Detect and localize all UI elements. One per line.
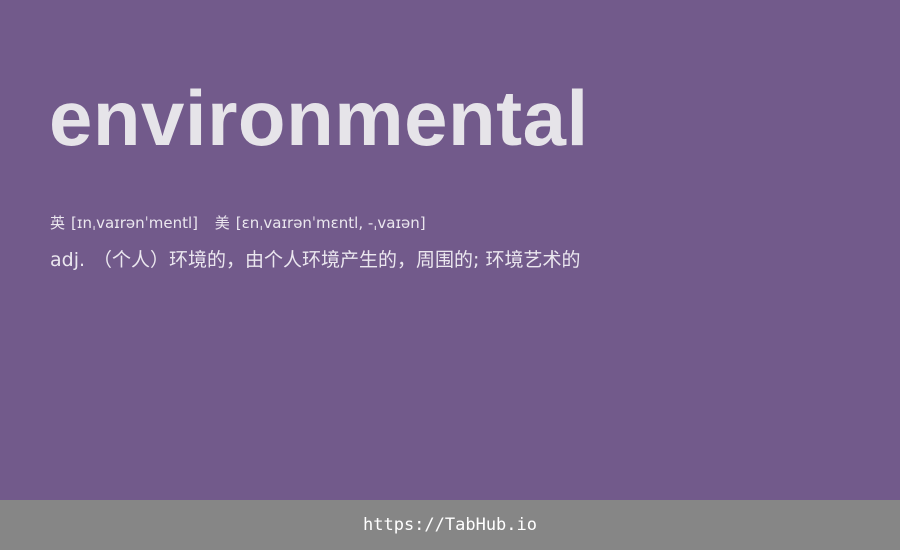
- definition-line: adj. （个人）环境的，由个人环境产生的，周围的; 环境艺术的: [50, 246, 580, 274]
- tabhub-link[interactable]: https://TabHub.io: [363, 515, 537, 535]
- phonetics-line: 英 [ɪnˌvaɪrənˈmentl] 美 [ɛnˌvaɪrənˈmɛntl, -ˌ…: [50, 212, 438, 234]
- part-of-speech: adj.: [50, 249, 86, 271]
- footer-bar: https://TabHub.io: [0, 500, 900, 550]
- uk-phonetic-label: 英: [50, 214, 66, 232]
- uk-phonetic: 英 [ɪnˌvaɪrənˈmentl]: [50, 212, 198, 234]
- us-phonetic: 美 [ɛnˌvaɪrənˈmɛntl, -ˌvaɪən]: [215, 212, 426, 234]
- us-phonetic-label: 美: [214, 214, 230, 232]
- definition-text: （个人）环境的，由个人环境产生的，周围的; 环境艺术的: [93, 249, 581, 271]
- word-card: environmental 英 [ɪnˌvaɪrənˈmentl] 美 [ɛnˌva…: [0, 0, 900, 500]
- headword: environmental: [49, 74, 589, 162]
- us-phonetic-text: [ɛnˌvaɪrənˈmɛntl, -ˌvaɪən]: [235, 214, 426, 232]
- uk-phonetic-text: [ɪnˌvaɪrənˈmentl]: [71, 214, 198, 232]
